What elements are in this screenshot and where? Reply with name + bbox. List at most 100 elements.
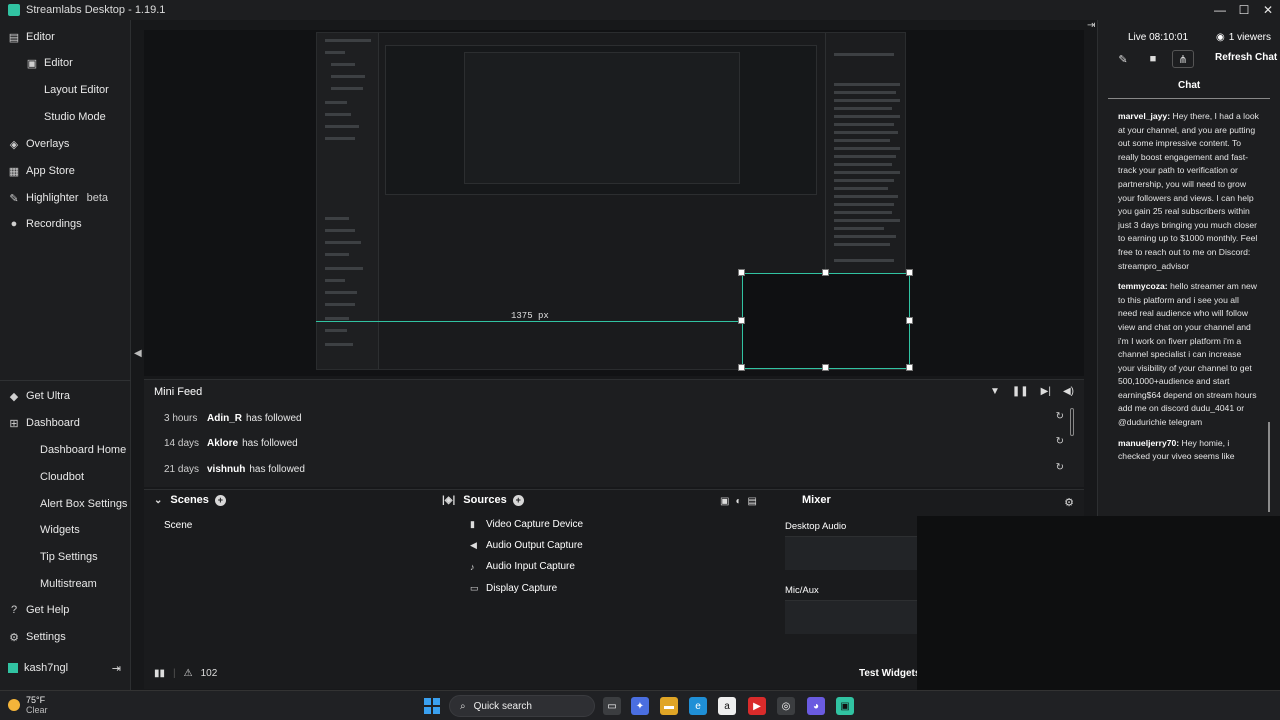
audio-settings-icon[interactable]: ◐ (735, 496, 741, 507)
resize-handle[interactable] (906, 269, 913, 276)
nav-dashboard[interactable]: ⊞ Dashboard (0, 412, 79, 434)
advanced-audio-icon[interactable]: ▣ (720, 496, 729, 507)
mixer-layout-icon[interactable]: ▤ (748, 496, 757, 507)
nav-overlays[interactable]: ◈ Overlays (0, 133, 70, 155)
replay-icon[interactable]: ↻ (1056, 411, 1064, 422)
taskbar-search[interactable]: ⌕ Quick search (449, 695, 595, 717)
camera-icon: ▮ (470, 519, 475, 529)
resize-handle[interactable] (738, 364, 745, 371)
help-icon: ? (10, 604, 18, 616)
preview-nested-sidebar (317, 33, 379, 369)
nav-multistream[interactable]: Multistream (14, 573, 97, 595)
nav-highlighter[interactable]: ✎ Highlighter beta (0, 187, 108, 209)
nav-cloudbot[interactable]: Cloudbot (14, 466, 84, 488)
nav-settings[interactable]: ⚙ Settings (0, 626, 66, 648)
pause-icon[interactable]: ❚❚ (1012, 386, 1029, 397)
nav-layout-editor[interactable]: Layout Editor (18, 79, 109, 101)
weather-widget[interactable]: 75°F Clear (8, 695, 48, 715)
source-item[interactable]: ▭ Display Capture (470, 583, 557, 594)
stats-icon[interactable]: ▮▮ (154, 668, 165, 679)
camera-icon[interactable]: ■ (1142, 50, 1164, 68)
replay-icon[interactable]: ↻ (1056, 462, 1064, 473)
nav-editor[interactable]: ▣ Editor (18, 52, 73, 74)
resize-handle[interactable] (906, 317, 913, 324)
resize-handle[interactable] (906, 364, 913, 371)
mini-feed-scrollbar[interactable] (1070, 408, 1074, 436)
resize-handle[interactable] (822, 269, 829, 276)
minimize-button[interactable]: — (1208, 0, 1232, 20)
chat-username[interactable]: manueljerry70: (1118, 438, 1179, 448)
mixer-gear-icon[interactable]: ⚙ (1064, 496, 1074, 509)
chat-scrollbar[interactable] (1268, 422, 1270, 512)
volume-icon[interactable]: ◀) (1063, 386, 1074, 397)
chat-message: manueljerry70: Hey homie, i checked your… (1118, 437, 1260, 464)
nav-user[interactable]: kash7ngl ⇥ (0, 657, 131, 679)
scene-item[interactable]: Scene (164, 520, 192, 531)
mixer-tools: ▣ ◐ ▤ (720, 496, 757, 507)
mixer-channel-bar[interactable] (785, 600, 918, 634)
status-bar: ▮▮ | ⚠ 102 (154, 668, 218, 679)
chat-message: marvel_jayy: Hey there, I had a look at … (1118, 110, 1260, 273)
chat-username[interactable]: temmycoza: (1118, 281, 1168, 291)
copilot-icon[interactable]: ✦ (631, 697, 649, 715)
resize-handle[interactable] (738, 269, 745, 276)
selected-source-box[interactable] (742, 273, 910, 369)
obs-icon[interactable]: ◎ (777, 697, 795, 715)
windows-taskbar: 75°F Clear ⌕ Quick search ▭ ✦ ▬ e a ▶ ◎ ◕… (0, 690, 1280, 720)
file-explorer-icon[interactable]: ▬ (660, 697, 678, 715)
nav-get-help[interactable]: ? Get Help (0, 599, 69, 621)
test-widgets-button[interactable]: Test Widgets (859, 668, 920, 679)
chevron-down-icon[interactable]: ⌄ (154, 495, 162, 506)
edge-icon[interactable]: e (689, 697, 707, 715)
nav-widgets[interactable]: Widgets (14, 519, 80, 541)
nav-editor-section[interactable]: ▤ Editor (0, 26, 55, 48)
viewer-count: ◉ 1 viewers (1216, 32, 1271, 43)
task-view-icon[interactable]: ▭ (603, 697, 621, 715)
close-button[interactable]: ✕ (1256, 0, 1280, 20)
nav-divider (0, 380, 131, 381)
source-item[interactable]: ♪ Audio Input Capture (470, 561, 575, 572)
tab-chat[interactable]: Chat (1178, 80, 1200, 91)
source-item[interactable]: ◀ Audio Output Capture (470, 540, 583, 551)
nav-studio-mode[interactable]: Studio Mode (18, 106, 106, 128)
add-scene-button[interactable]: + (214, 494, 226, 506)
logout-icon[interactable]: ⇥ (112, 662, 121, 675)
source-item[interactable]: ▮ Video Capture Device (470, 519, 583, 530)
share-icon[interactable]: ⋔ (1172, 50, 1194, 68)
nav-app-store[interactable]: ▦ App Store (0, 160, 75, 182)
dropped-frames[interactable]: 102 (201, 668, 218, 679)
discord-icon[interactable]: ◕ (807, 697, 825, 715)
sun-icon (8, 699, 20, 711)
replay-icon[interactable]: ↻ (1056, 436, 1064, 447)
nav-dashboard-home[interactable]: Dashboard Home (14, 439, 126, 461)
mixer-channel-bar[interactable] (785, 536, 918, 570)
dark-overlay-region (917, 516, 1280, 690)
nav-recordings[interactable]: ● Recordings (0, 213, 82, 235)
resize-handle[interactable] (822, 364, 829, 371)
start-icon[interactable] (424, 698, 440, 714)
skip-icon[interactable]: ▶| (1041, 386, 1051, 397)
edit-icon[interactable]: ✎ (1112, 50, 1134, 68)
streamlabs-icon[interactable]: ▣ (836, 697, 854, 715)
youtube-icon[interactable]: ▶ (748, 697, 766, 715)
preview-nested-screen (385, 45, 817, 195)
add-source-button[interactable]: + (512, 494, 524, 506)
maximize-button[interactable]: ☐ (1232, 0, 1256, 20)
collapse-sidebar-icon[interactable]: ◀ (134, 348, 142, 359)
nav-tip-settings[interactable]: Tip Settings (14, 546, 98, 568)
panel-tools: ✎ ■ ⋔ (1112, 50, 1194, 68)
warning-icon: ⚠ (183, 668, 193, 679)
nav-get-ultra[interactable]: ◆ Get Ultra (0, 385, 70, 407)
width-measure-label: 1375 px (511, 311, 549, 321)
resize-handle[interactable] (738, 317, 745, 324)
amazon-icon[interactable]: a (718, 697, 736, 715)
mini-feed: Mini Feed ▼ ❚❚ ▶| ◀) 3 hours Adin_R has … (144, 379, 1084, 487)
stream-preview[interactable]: 1375 px (144, 30, 1084, 376)
filter-icon[interactable]: ▼ (990, 386, 1000, 397)
mic-icon: ♪ (470, 561, 475, 572)
chat-username[interactable]: marvel_jayy: (1118, 111, 1170, 121)
refresh-chat-button[interactable]: Refresh Chat (1215, 52, 1277, 63)
feed-event: 21 days vishnuh has followed (164, 463, 305, 475)
expand-panel-icon[interactable]: ⇥ (1087, 20, 1095, 31)
nav-alert-box-settings[interactable]: Alert Box Settings (14, 493, 127, 515)
